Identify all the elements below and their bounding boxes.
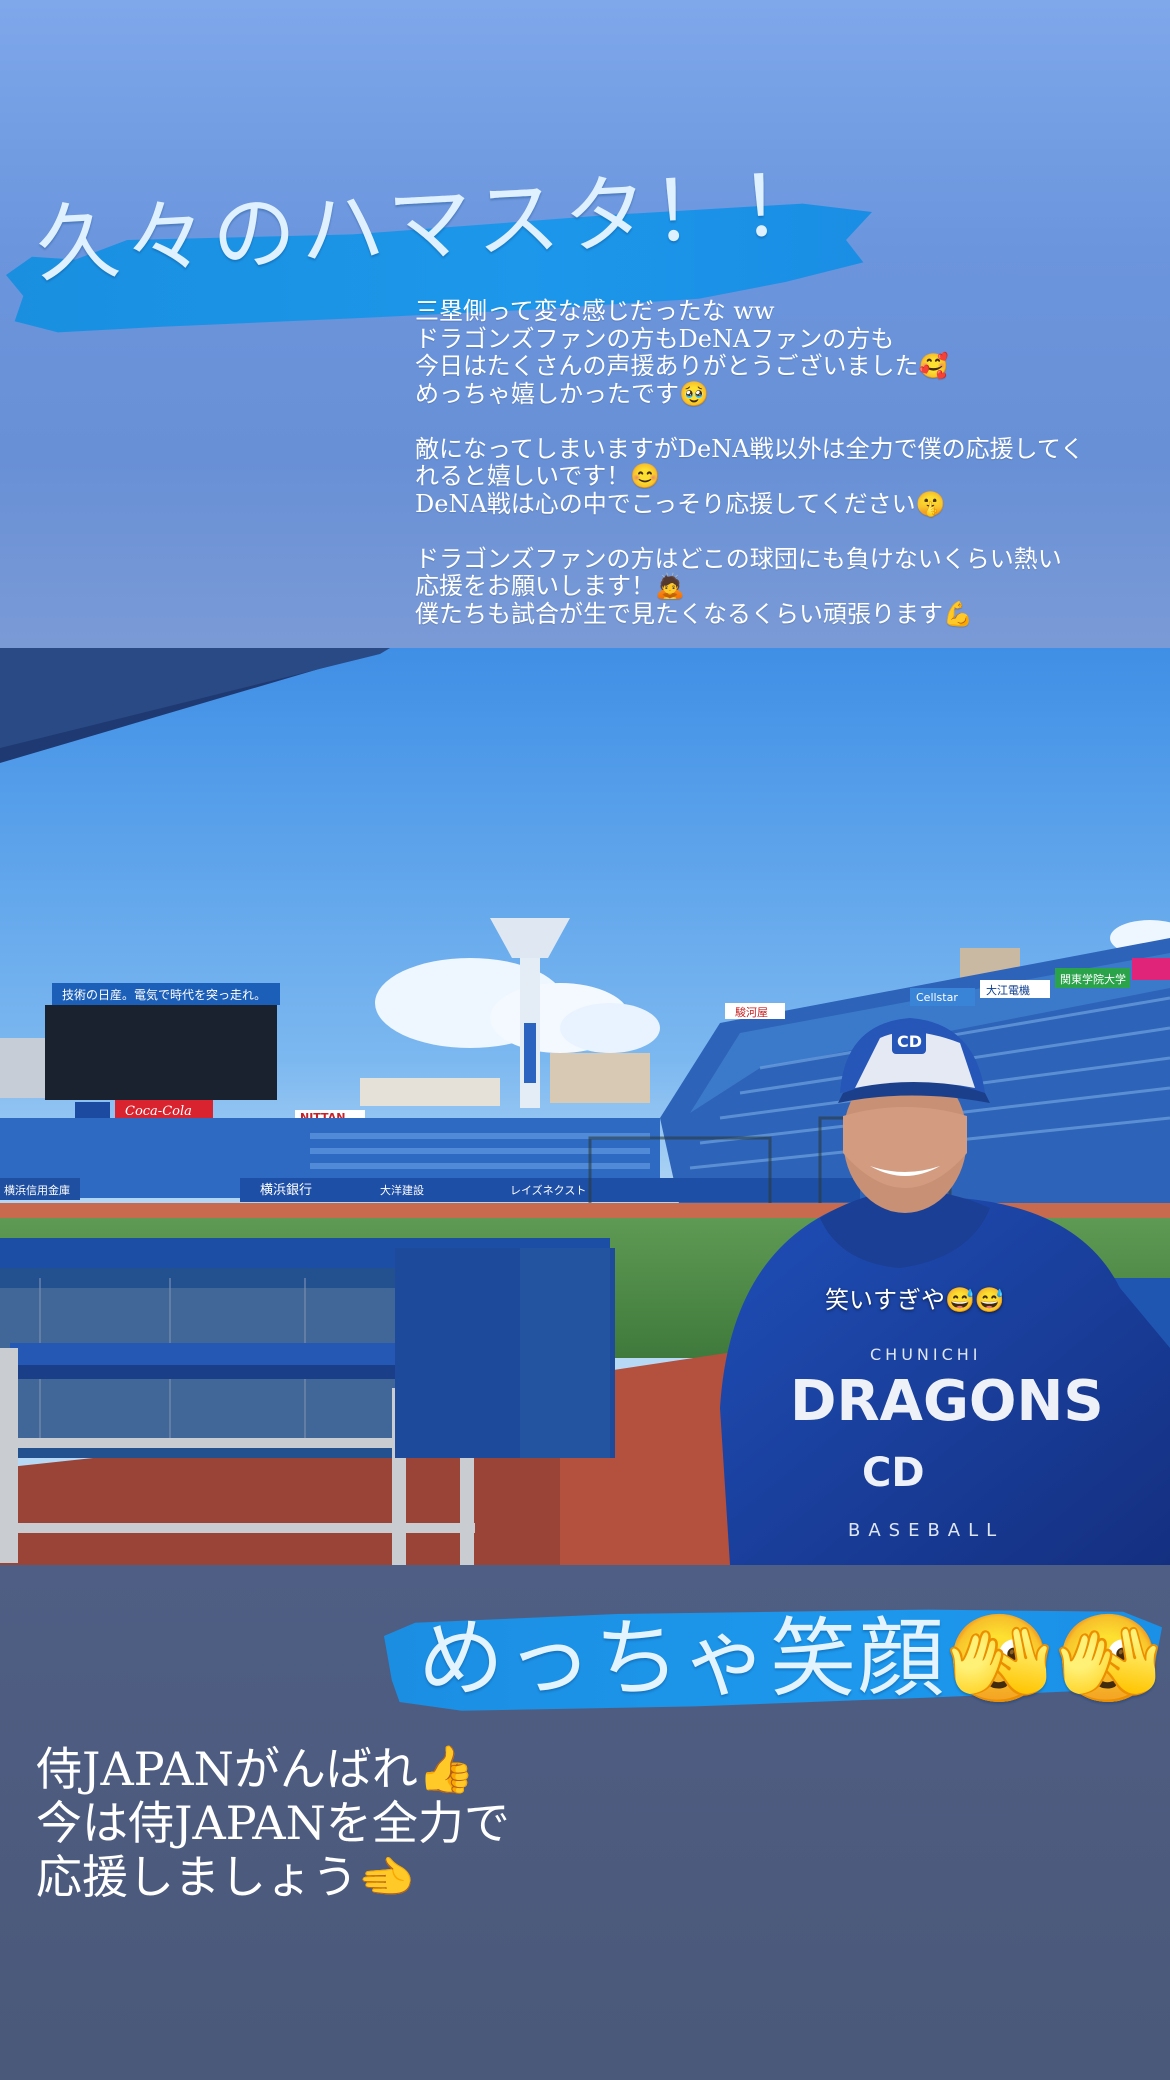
footer-line: 侍JAPANがんばれ👍: [36, 1742, 476, 1796]
svg-text:CD: CD: [862, 1450, 925, 1496]
story-message: 三塁側って変な感じだったな ww ドラゴンズファンの方もDeNAファンの方も 今…: [415, 297, 1155, 628]
message-line: 今日はたくさんの声援ありがとうございました🥰: [415, 352, 949, 380]
jersey-team-text: DRAGONS: [790, 1369, 1104, 1434]
message-line: DeNA戦は心の中でこっそり応援してください🤫: [415, 489, 946, 518]
story-subtitle: めっちゃ笑顔🫣🫣: [418, 1609, 1165, 1709]
stadium-photo: 技術の日産。電気で時代を突っ走れ。 Coca-Cola NITTAN 駿河屋 C…: [0, 648, 1170, 1565]
stadium-illustration: 技術の日産。電気で時代を突っ走れ。 Coca-Cola NITTAN 駿河屋 C…: [0, 648, 1170, 1565]
message-line: 敵になってしまいますがDeNA戦以外は全力で僕の応援してく: [415, 434, 1085, 463]
svg-text:Coca-Cola: Coca-Cola: [125, 1104, 192, 1119]
jersey-bottom-text: BASEBALL: [848, 1520, 1004, 1541]
svg-text:横浜銀行: 横浜銀行: [260, 1183, 312, 1198]
svg-text:レイズネクスト: レイズネクスト: [510, 1183, 586, 1197]
footer-line: 応援しましょう🫲: [36, 1850, 416, 1904]
message-line: 僕たちも試合が生で見たくなるくらい頑張ります💪: [415, 599, 973, 628]
message-line: れると嬉しいです！😊: [415, 462, 661, 490]
message-line: ドラゴンズファンの方はどこの球団にも負けないくらい熱い: [415, 544, 1062, 573]
footer-line: 今は侍JAPANを全力で: [36, 1796, 510, 1850]
message-line: 三塁側って変な感じだったな ww: [415, 297, 775, 325]
svg-text:CD: CD: [897, 1032, 922, 1051]
svg-text:Cellstar: Cellstar: [916, 991, 958, 1004]
photo-caption: 笑いすぎや😅😅: [825, 1286, 1005, 1314]
scoreboard-banner-text: 技術の日産。電気で時代を突っ走れ。: [62, 987, 266, 1002]
svg-text:関東学院大学: 関東学院大学: [1060, 972, 1126, 986]
message-line: 応援をお願いします！🙇: [415, 572, 685, 600]
jersey-top-text: CHUNICHI: [870, 1345, 982, 1364]
message-line: ドラゴンズファンの方もDeNAファンの方も: [415, 324, 895, 353]
message-gap: [415, 518, 1155, 546]
message-gap: [415, 408, 1155, 436]
footer-message: 侍JAPANがんばれ👍 今は侍JAPANを全力で 応援しましょう🫲: [36, 1742, 510, 1904]
svg-text:大江電機: 大江電機: [986, 983, 1030, 997]
svg-text:横浜信用金庫: 横浜信用金庫: [4, 1183, 70, 1197]
svg-text:大洋建設: 大洋建設: [380, 1183, 424, 1197]
svg-text:駿河屋: 駿河屋: [735, 1005, 768, 1019]
message-line: めっちゃ嬉しかったです🥹: [415, 379, 709, 408]
